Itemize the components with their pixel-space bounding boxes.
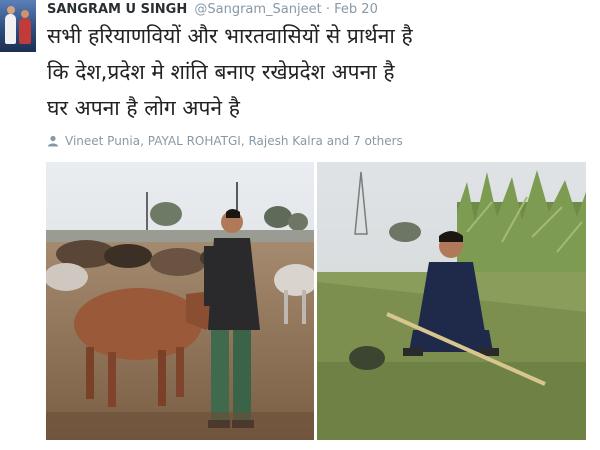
mentioned-users[interactable]: Vineet Punia, PAYAL ROHATGI, Rajesh Kalr… <box>47 133 403 149</box>
separator: · <box>325 2 331 17</box>
tweet-text-line: कि देश,प्रदेश मे शांति बनाए रखेप्रदेश अप… <box>47 60 395 84</box>
avatar-figure <box>19 18 31 44</box>
avatar-figure <box>5 14 16 44</box>
avatar-figure-head <box>7 6 15 14</box>
tweet-text-line: घर अपना है लोग अपने है <box>47 96 240 120</box>
avatar[interactable] <box>0 0 36 52</box>
tweet-header: SANGRAM U SINGH @Sangram_Sanjeet · Feb 2… <box>47 1 378 18</box>
author-handle[interactable]: @Sangram_Sanjeet <box>194 2 321 17</box>
tweet-text: सभी हरियाणवियों और भारतवासियों से प्रार्… <box>47 18 595 126</box>
tweet-text-line: सभी हरियाणवियों और भारतवासियों से प्रार्… <box>47 24 413 48</box>
tweet-photo-cattle[interactable] <box>46 162 314 440</box>
tweet: SANGRAM U SINGH @Sangram_Sanjeet · Feb 2… <box>0 0 600 450</box>
tweet-date[interactable]: Feb 20 <box>334 2 378 17</box>
person-icon <box>47 135 59 147</box>
avatar-figure-head <box>21 10 29 18</box>
tweet-photo-field[interactable] <box>317 162 586 440</box>
mentioned-users-label: Vineet Punia, PAYAL ROHATGI, Rajesh Kalr… <box>65 134 403 148</box>
author-name[interactable]: SANGRAM U SINGH <box>47 2 187 17</box>
